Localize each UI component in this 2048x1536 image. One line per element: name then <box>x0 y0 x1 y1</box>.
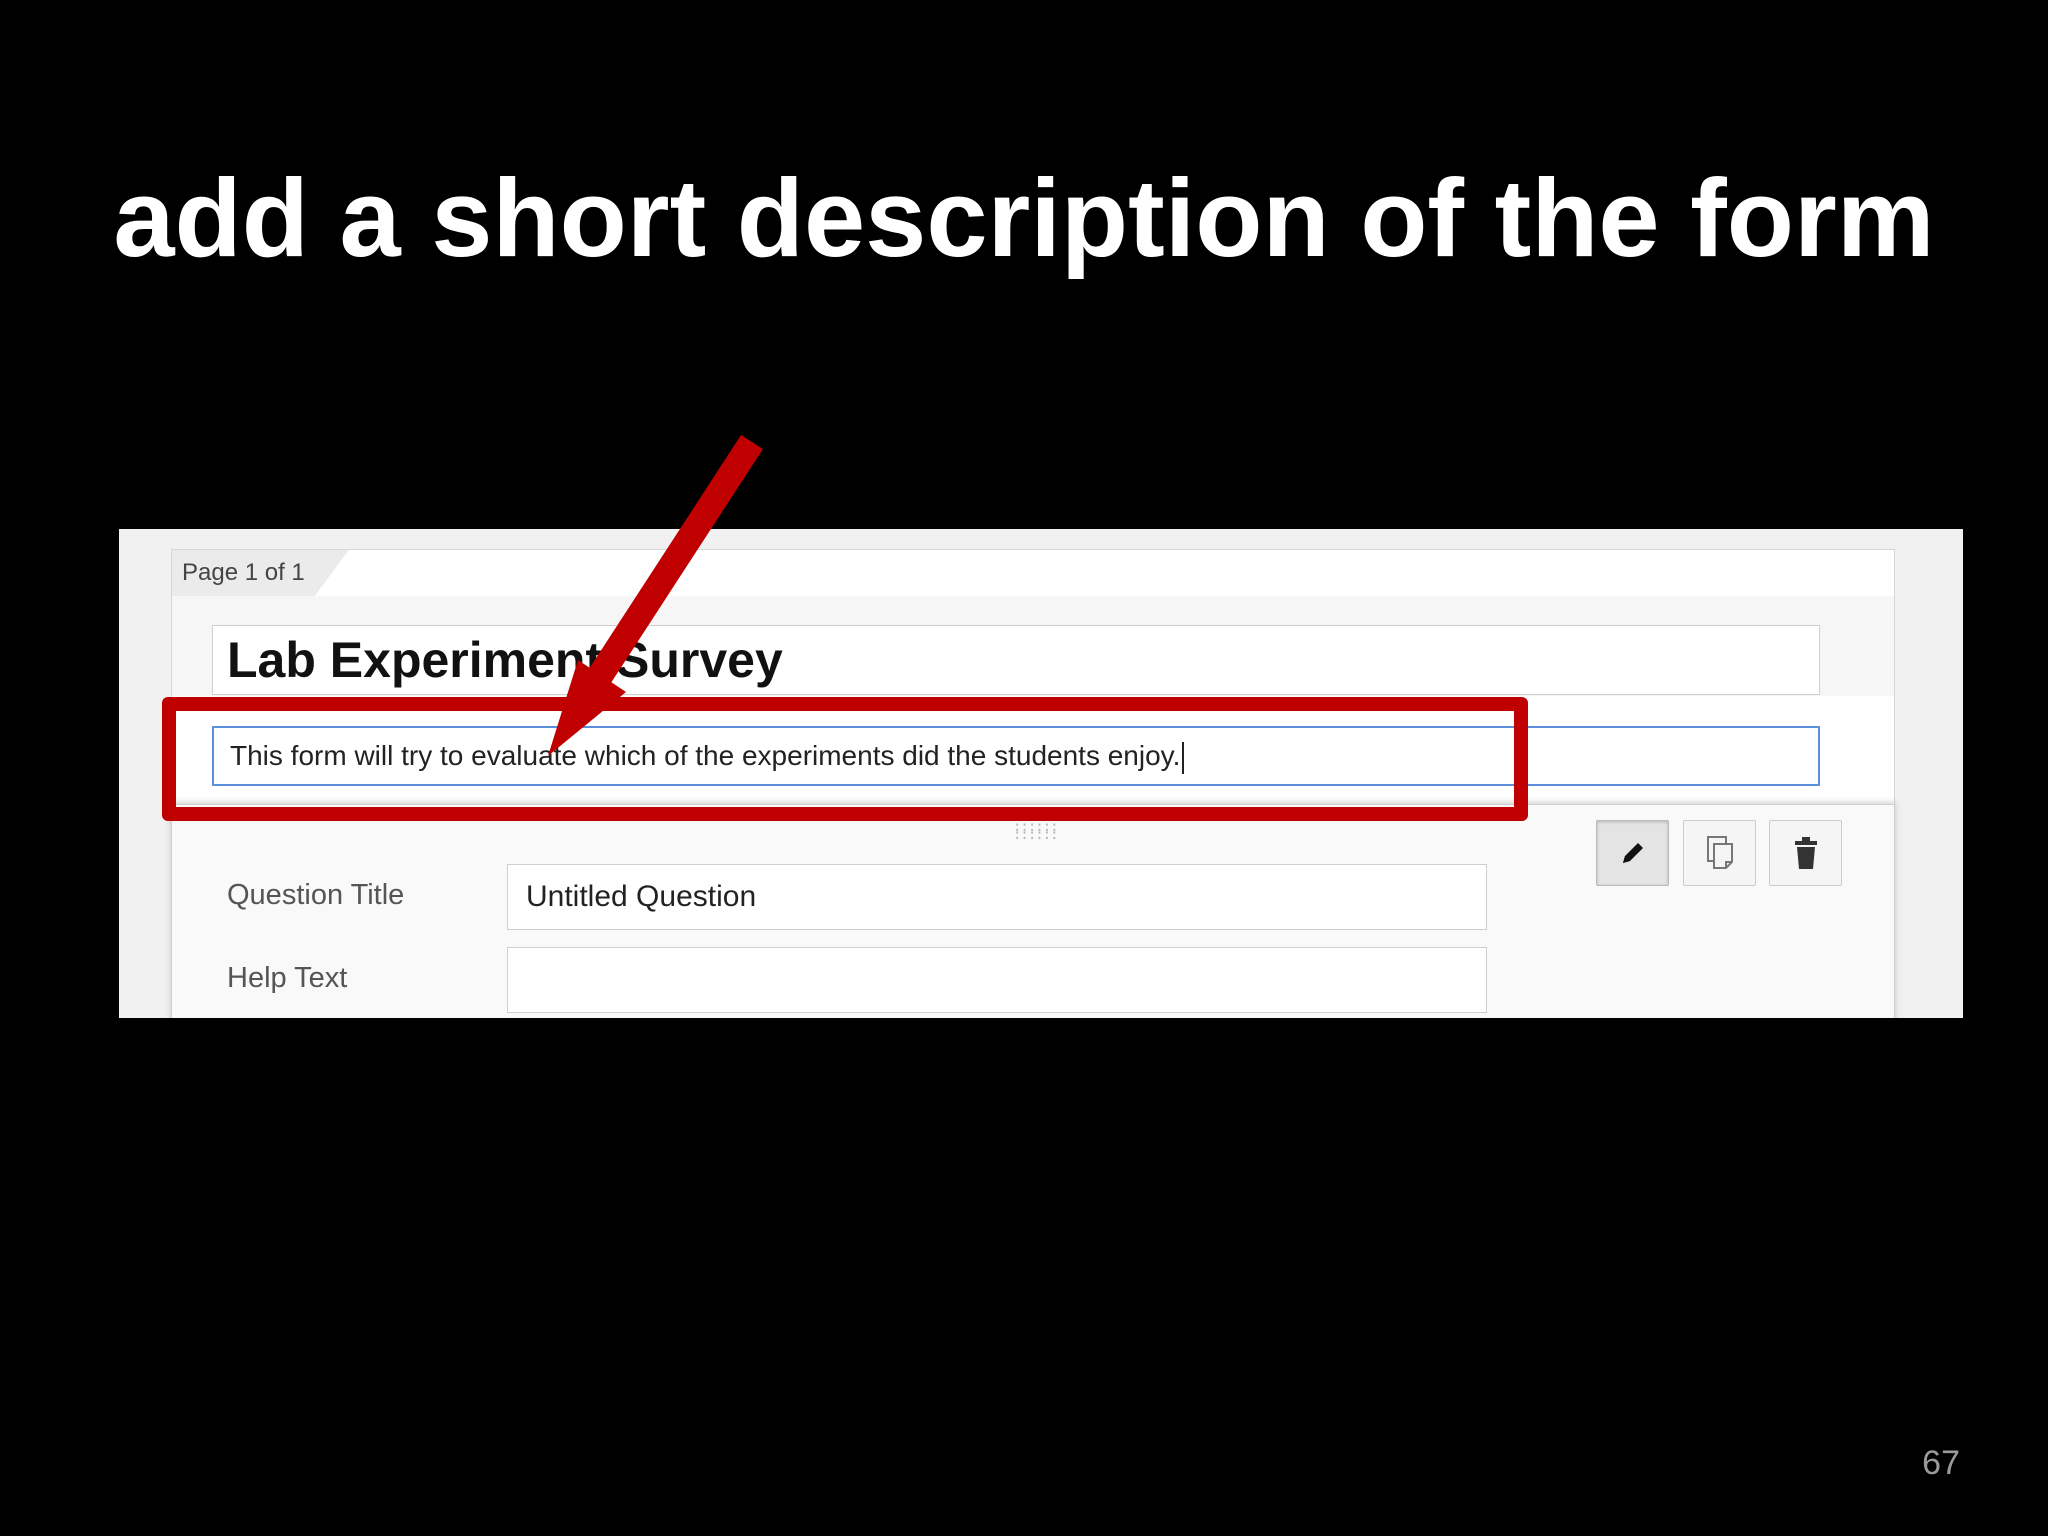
pencil-icon <box>1622 843 1643 863</box>
highlight-box <box>162 697 1528 821</box>
question-title-input[interactable]: Untitled Question <box>507 864 1487 930</box>
question-card: :::::::::::: Question Title Untitled Que… <box>171 804 1895 1018</box>
slide-page-number: 67 <box>1922 1444 1960 1482</box>
delete-question-button[interactable] <box>1769 820 1842 886</box>
duplicate-icon <box>1706 836 1733 869</box>
form-title-input[interactable]: Lab Experiment Survey <box>212 625 1820 695</box>
slide-title: add a short description of the form <box>113 157 1935 280</box>
trash-icon <box>1794 837 1817 869</box>
duplicate-question-button[interactable] <box>1683 820 1756 886</box>
help-text-input[interactable] <box>507 947 1487 1013</box>
question-title-label: Question Title <box>227 879 405 911</box>
page-indicator-tab[interactable]: Page 1 of 1 <box>172 550 349 596</box>
drag-handle-icon[interactable]: :::::::::::: <box>1013 820 1059 842</box>
help-text-label: Help Text <box>227 962 348 994</box>
edit-question-button[interactable] <box>1596 820 1669 886</box>
